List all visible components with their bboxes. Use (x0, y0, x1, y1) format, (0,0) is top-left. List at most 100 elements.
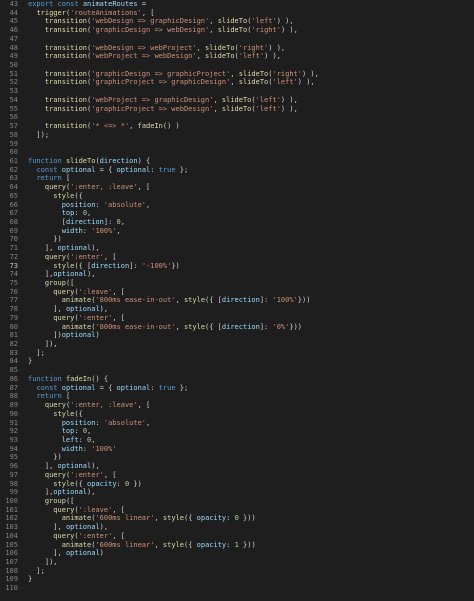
code-line[interactable]: 43 export const animateRoutes = (0, 0, 474, 9)
code-line[interactable]: 67 top: 0, (0, 209, 474, 218)
code-line[interactable]: 97 query(':enter', [ (0, 471, 474, 480)
code-line[interactable]: 65 style({ (0, 192, 474, 201)
code-line[interactable]: 70 }) (0, 235, 474, 244)
code-token: left (61, 435, 79, 444)
code-token: position (61, 418, 96, 427)
code-line[interactable]: 47 (0, 35, 474, 44)
code-line[interactable]: 87 const optional = { optional: true }; (0, 384, 474, 393)
code-token: }; (179, 165, 189, 174)
code-line[interactable]: 82 ]), (0, 340, 474, 349)
line-number: 69 (9, 226, 18, 235)
code-line[interactable]: 71 ], optional), (0, 244, 474, 253)
code-token: opacity (87, 479, 117, 488)
code-token: true (158, 383, 180, 392)
code-line[interactable]: 49 transition('webProject => webDesign',… (0, 52, 474, 61)
code-line[interactable]: 52 transition('graphicProject => graphic… (0, 78, 474, 87)
code-line[interactable]: 59 (0, 140, 474, 149)
code-token: optional (57, 462, 92, 471)
code-token: ], (28, 488, 54, 497)
code-line[interactable]: 72 query(':enter', [ (0, 253, 474, 262)
code-token: ({ (74, 479, 88, 488)
code-line[interactable]: 92 top: 0, (0, 427, 474, 436)
code-line[interactable]: 78 ], optional), (0, 305, 474, 314)
code-line[interactable]: 84} (0, 357, 474, 366)
code-line[interactable]: 61 function slideTo(direction) { (0, 157, 474, 166)
code-line[interactable]: 56 (0, 113, 474, 122)
code-line[interactable]: 75 group([ (0, 279, 474, 288)
code-line[interactable]: 48 transition('webDesign => webProject',… (0, 44, 474, 53)
code-line[interactable]: 102 animate('600ms linear', style({ opac… (0, 514, 474, 523)
code-token: , [ (137, 401, 151, 410)
code-line[interactable]: 89 query(':enter, :leave', [ (0, 401, 474, 410)
code-line[interactable]: 106 ], optional) (0, 549, 474, 558)
code-line[interactable]: 79 query(':enter', [ (0, 314, 474, 323)
code-line[interactable]: 98 style({ opacity: 0 }) (0, 480, 474, 489)
code-token: : (116, 479, 125, 488)
code-line[interactable]: 60 (0, 148, 474, 157)
code-line[interactable]: 54 transition('webProject => graphicDesi… (0, 96, 474, 105)
code-line[interactable]: 96 ], optional), (0, 462, 474, 471)
code-token: ) ), (280, 104, 298, 113)
code-token: , (213, 95, 222, 104)
code-line[interactable]: 77 animate('800ms ease-in-out', style({ … (0, 296, 474, 305)
code-line[interactable]: 104 query(':enter', [ (0, 532, 474, 541)
code-line[interactable]: 45 transition('webDesign => graphicDesig… (0, 17, 474, 26)
code-line[interactable]: 80 animate('800ms ease-in-out', style({ … (0, 323, 474, 332)
code-line[interactable]: 81 ])optional) (0, 331, 474, 340)
code-line[interactable]: 57 transition('* <=> *', fadeIn() ) (0, 122, 474, 131)
code-line[interactable]: 85 (0, 366, 474, 375)
line-number: 82 (9, 340, 18, 349)
code-line[interactable]: 58 ]); (0, 131, 474, 140)
code-token: 'left' (251, 17, 277, 26)
code-line[interactable]: 109} (0, 575, 474, 584)
code-text: [direction]: 0, (28, 218, 474, 227)
code-line[interactable]: 53 (0, 87, 474, 96)
code-line[interactable]: 101 query(':leave', [ (0, 506, 474, 515)
code-line[interactable]: 91 position: 'absolute', (0, 419, 474, 428)
code-text: query(':enter, :leave', [ (28, 183, 474, 192)
code-line[interactable]: 69 width: '100%', (0, 227, 474, 236)
code-line[interactable]: 76 query(':leave', [ (0, 288, 474, 297)
code-line[interactable]: 110 (0, 584, 474, 593)
code-line[interactable]: 64 query(':enter, :leave', [ (0, 183, 474, 192)
code-line[interactable]: 99 ],optional), (0, 488, 474, 497)
code-line[interactable]: 50 (0, 61, 474, 70)
code-token: : (150, 383, 159, 392)
line-number: 65 (9, 191, 18, 200)
code-line[interactable]: 73 style({ [direction]: '-100%'}) (0, 262, 474, 271)
code-line[interactable]: 66 position: 'absolute', (0, 201, 474, 210)
code-text: ]), (28, 558, 474, 567)
code-token: style (53, 409, 75, 418)
code-line[interactable]: 83 ]; (0, 349, 474, 358)
code-editor[interactable]: 43 export const animateRoutes = 44 trigger… (0, 0, 474, 601)
code-line[interactable]: 51 transition('graphicDesign => graphicP… (0, 70, 474, 79)
code-line[interactable]: 90 style({ (0, 410, 474, 419)
code-line[interactable]: 63 return [ (0, 174, 474, 183)
code-token: ({ (74, 409, 83, 418)
code-line[interactable]: 62 const optional = { optional: true }; (0, 166, 474, 175)
code-line[interactable]: 44 trigger('routeAnimations', [ (0, 9, 474, 18)
code-token: , [ (112, 287, 125, 296)
code-line[interactable]: 55 transition('graphicProject => webDesi… (0, 105, 474, 114)
line-number: 108 (5, 566, 18, 575)
code-line[interactable]: 100 group([ (0, 497, 474, 506)
code-line[interactable]: 74 ],optional), (0, 270, 474, 279)
code-line[interactable]: 103 ], optional), (0, 523, 474, 532)
code-text: query(':enter', [ (28, 314, 474, 323)
code-line[interactable]: 107 ]), (0, 558, 474, 567)
code-text: animate('600ms linear', style({ opacity:… (28, 541, 474, 550)
code-token: ) ), (276, 17, 294, 26)
code-line[interactable]: 46 transition('graphicDesign => webDesig… (0, 26, 474, 35)
code-line[interactable]: 86 function fadeIn() { (0, 375, 474, 384)
code-line[interactable]: 105 animate('600ms linear', style({ opac… (0, 541, 474, 550)
code-token: slideTo (221, 95, 252, 104)
code-line[interactable]: 108 ]; (0, 567, 474, 576)
code-line[interactable]: 93 left: 0, (0, 436, 474, 445)
code-line[interactable]: 95 }) (0, 453, 474, 462)
code-line[interactable]: 88 return [ (0, 392, 474, 401)
code-token: ), (87, 270, 96, 279)
code-line[interactable]: 94 width: '100%' (0, 445, 474, 454)
code-line[interactable]: 68 [direction]: 0, (0, 218, 474, 227)
